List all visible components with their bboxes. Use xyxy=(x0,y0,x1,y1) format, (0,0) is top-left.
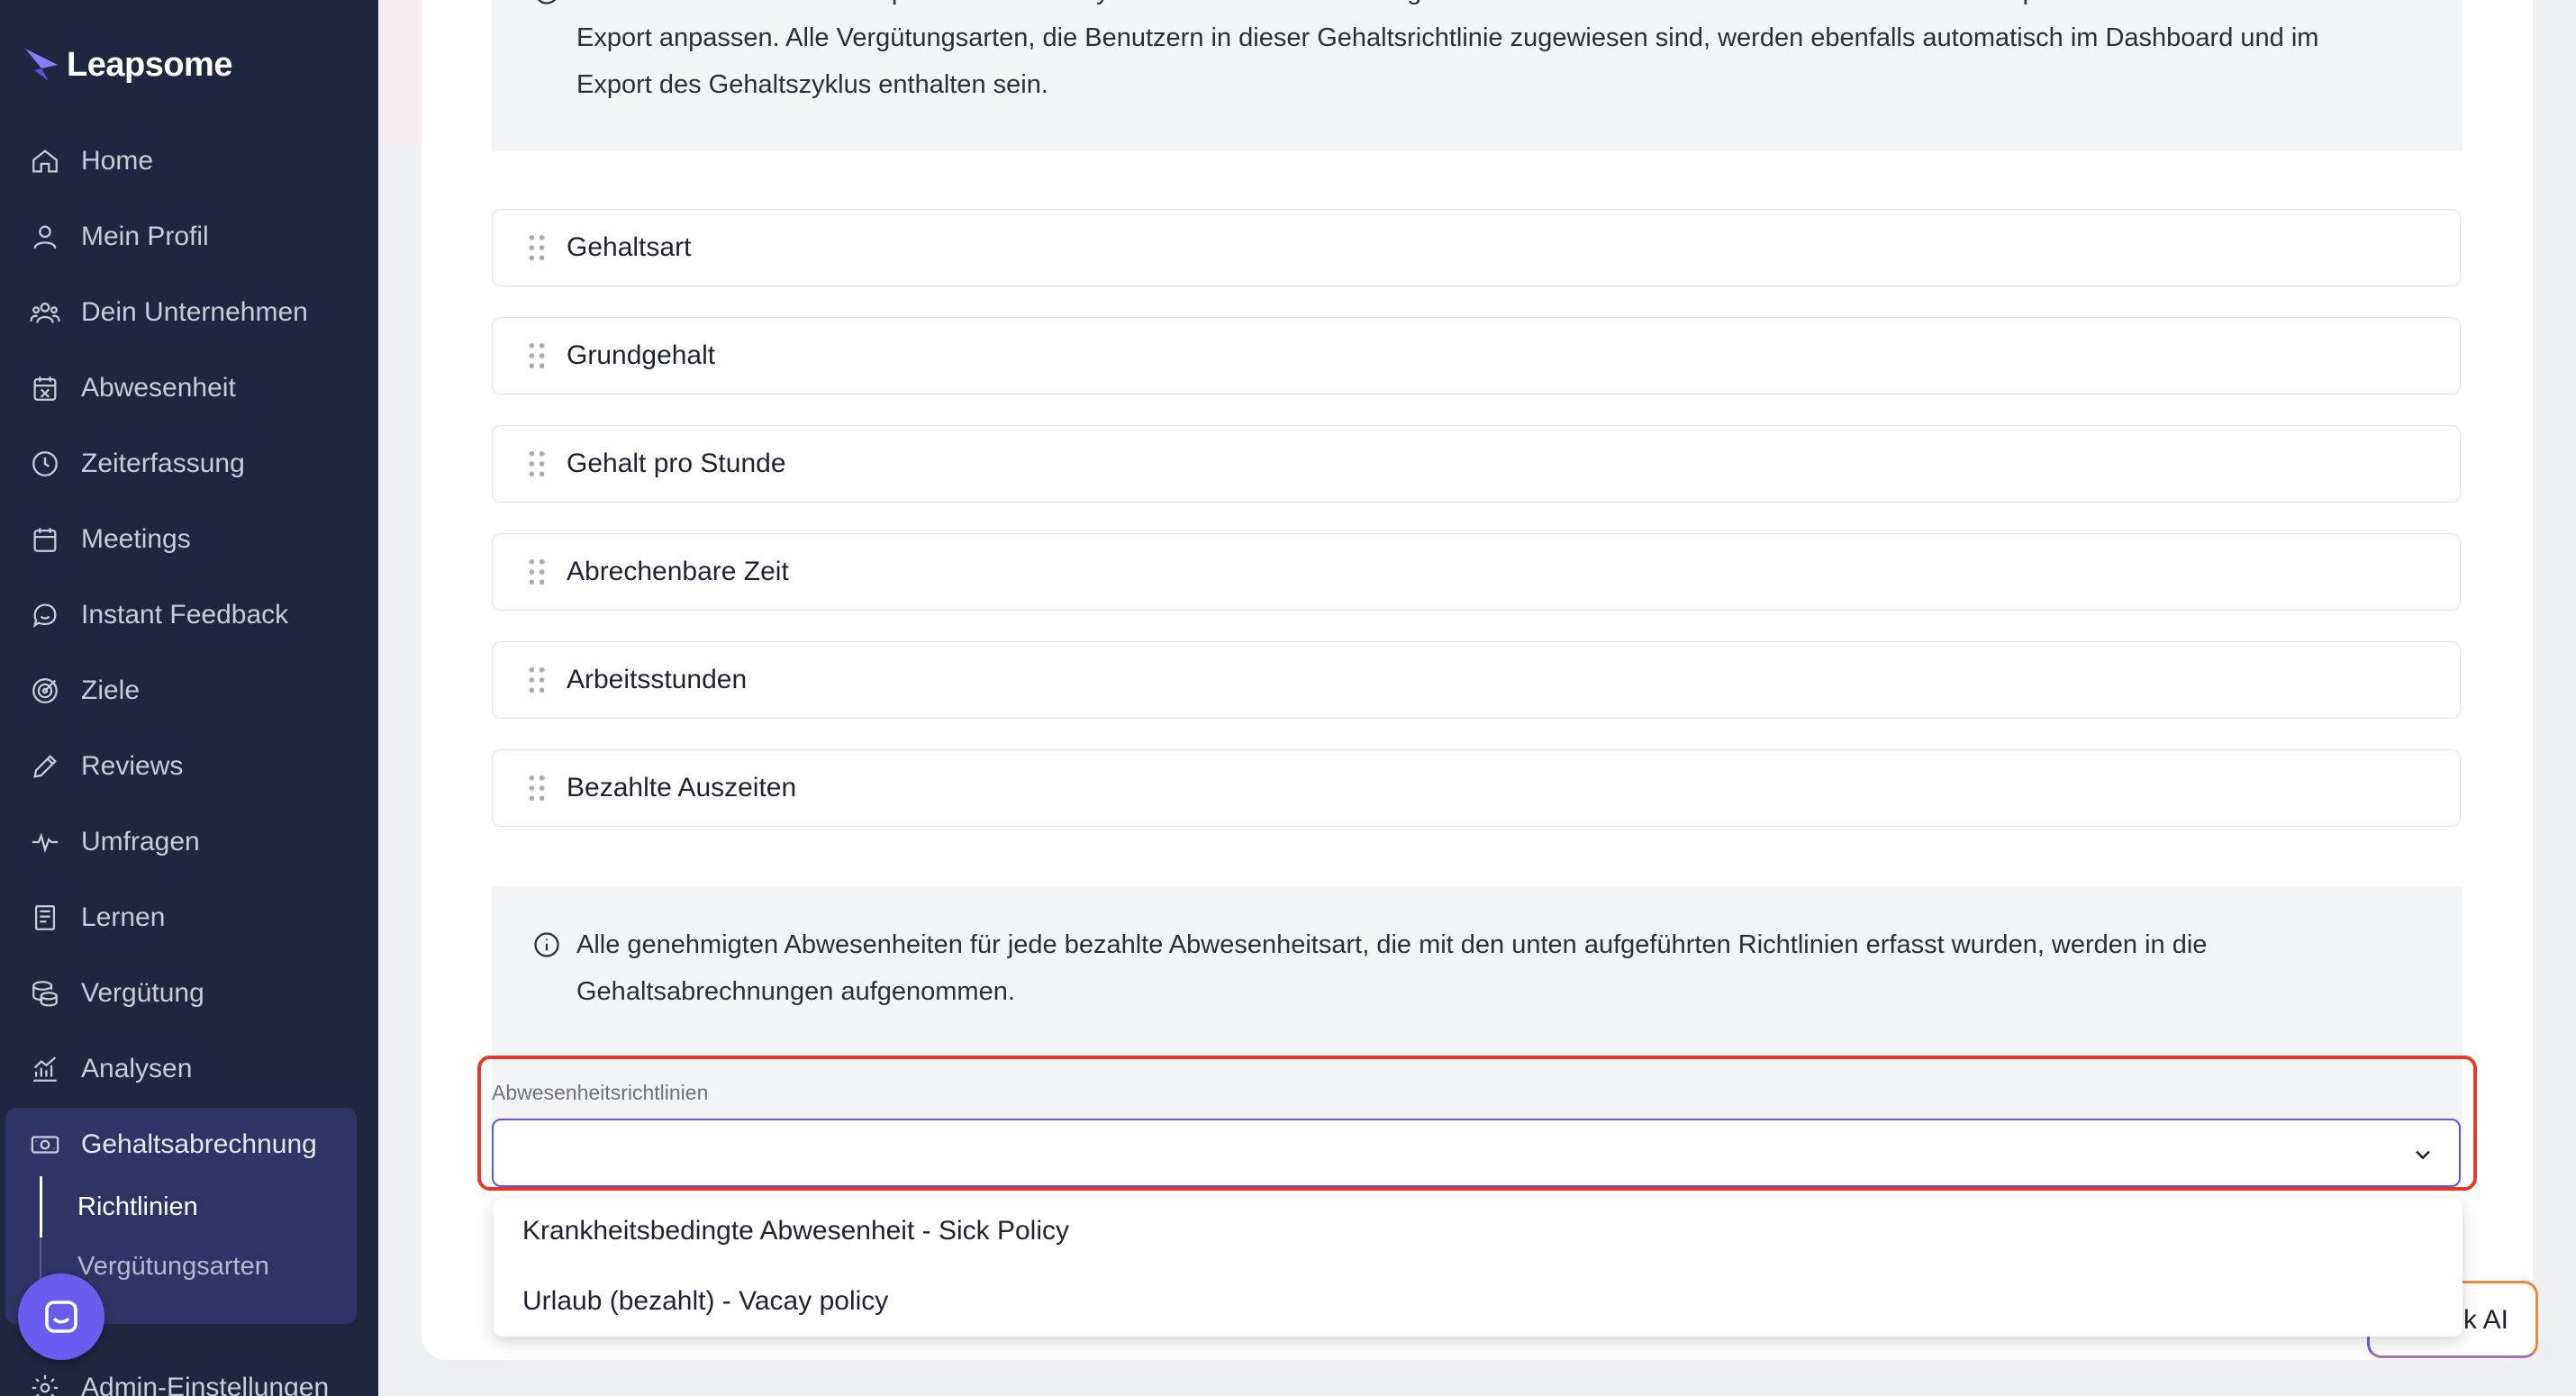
chevron-down-icon[interactable] xyxy=(2410,1142,2435,1167)
sidebar-item-label: Zeiterfassung xyxy=(81,449,245,478)
money-icon xyxy=(29,1129,61,1161)
sidebar-item-meetings[interactable]: Meetings xyxy=(0,510,378,569)
drag-handle-icon[interactable] xyxy=(527,775,547,802)
sidebar-item-label: Home xyxy=(81,146,154,176)
sidebar-item-verguetung[interactable]: Vergütung xyxy=(0,964,378,1023)
leapsome-logo-icon xyxy=(25,49,58,81)
drag-handle-icon[interactable] xyxy=(527,342,547,369)
drag-handle-icon[interactable] xyxy=(527,558,547,585)
sidebar-item-label: Mein Profil xyxy=(81,222,209,251)
calendar-icon xyxy=(29,523,61,556)
sidebar-item-analysen[interactable]: Analysen xyxy=(0,1039,378,1099)
absence-policies-select[interactable] xyxy=(492,1119,2461,1187)
attribute-label: Arbeitsstunden xyxy=(567,665,748,694)
sidebar-item-abwesenheit[interactable]: Abwesenheit xyxy=(0,358,378,418)
calendar-x-icon xyxy=(29,372,61,404)
home-icon xyxy=(29,145,61,177)
chat-launcher-button[interactable] xyxy=(18,1274,104,1360)
attributes-info-text: Das Dashboard und der Export des Gehalts… xyxy=(576,0,2334,99)
chat-icon xyxy=(29,599,61,631)
attribute-row[interactable]: Abrechenbare Zeit xyxy=(492,533,2461,611)
sidebar-item-label: Vergütung xyxy=(81,978,204,1008)
sidebar-item-dein-unternehmen[interactable]: Dein Unternehmen xyxy=(0,283,378,342)
attributes-info-box: Das Dashboard und der Export des Gehalts… xyxy=(492,0,2463,151)
sidebar-item-ziele[interactable]: Ziele xyxy=(0,661,378,721)
sidebar-item-label: Admin-Einstellungen xyxy=(81,1373,330,1396)
brand-logo[interactable]: Leapsome xyxy=(22,40,232,90)
sidebar: Leapsome Home Mein Profil Dein Unternehm… xyxy=(0,0,378,1396)
sidebar-item-label: Gehaltsabrechnung xyxy=(81,1129,317,1159)
sidebar-item-label: Dein Unternehmen xyxy=(81,297,308,327)
attribute-row[interactable]: Bezahlte Auszeiten xyxy=(492,749,2461,827)
sidebar-item-gehaltsabrechnung[interactable]: Gehaltsabrechnung xyxy=(0,1115,378,1174)
attribute-row[interactable]: Gehaltsart xyxy=(492,209,2461,286)
sidebar-item-label: Umfragen xyxy=(81,827,200,857)
gear-icon xyxy=(29,1372,61,1396)
chat-bubble-icon xyxy=(45,1301,77,1333)
book-icon xyxy=(29,902,61,934)
attribute-row[interactable]: Arbeitsstunden xyxy=(492,641,2461,719)
pencil-icon xyxy=(29,750,61,783)
sidebar-item-zeiterfassung[interactable]: Zeiterfassung xyxy=(0,434,378,494)
brand-name: Leapsome xyxy=(67,45,232,84)
attribute-label: Bezahlte Auszeiten xyxy=(567,773,797,802)
sidebar-item-label: Lernen xyxy=(81,902,166,932)
sidebar-item-mein-profil[interactable]: Mein Profil xyxy=(0,207,378,267)
attribute-label: Gehalt pro Stunde xyxy=(567,449,786,478)
absence-policies-dropdown: Krankheitsbedingte Abwesenheit - Sick Po… xyxy=(494,1198,2463,1337)
chart-icon xyxy=(29,1053,61,1085)
pulse-icon xyxy=(29,826,61,858)
sidebar-item-label: Meetings xyxy=(81,524,191,554)
attribute-label: Abrechenbare Zeit xyxy=(567,557,789,586)
users-icon xyxy=(29,296,61,329)
sidebar-item-label: Abwesenheit xyxy=(81,373,236,403)
info-icon xyxy=(534,932,559,957)
info-icon xyxy=(537,0,557,5)
active-sub-indicator xyxy=(40,1176,42,1237)
dropdown-option[interactable]: Urlaub (bezahlt) - Vacay policy xyxy=(522,1286,888,1317)
attribute-row[interactable]: Grundgehalt xyxy=(492,317,2461,394)
sidebar-item-admin-einstellungen[interactable]: Admin-Einstellungen xyxy=(0,1358,378,1396)
sidebar-item-label: Analysen xyxy=(81,1054,193,1083)
sidebar-item-reviews[interactable]: Reviews xyxy=(0,737,378,796)
sidebar-item-lernen[interactable]: Lernen xyxy=(0,888,378,947)
sidebar-subitem-richtlinien[interactable]: Richtlinien xyxy=(77,1192,198,1222)
sidebar-item-label: Ziele xyxy=(81,675,141,705)
target-icon xyxy=(29,675,61,707)
sidebar-item-instant-feedback[interactable]: Instant Feedback xyxy=(0,585,378,645)
attribute-row[interactable]: Gehalt pro Stunde xyxy=(492,425,2461,503)
attribute-label: Grundgehalt xyxy=(567,340,716,370)
sidebar-subitem-verguetungsarten[interactable]: Vergütungsarten xyxy=(77,1252,269,1282)
drag-handle-icon[interactable] xyxy=(527,234,547,261)
attribute-label: Gehaltsart xyxy=(567,232,692,262)
sidebar-item-label: Reviews xyxy=(81,751,184,781)
sidebar-item-umfragen[interactable]: Umfragen xyxy=(0,812,378,872)
dropdown-option[interactable]: Krankheitsbedingte Abwesenheit - Sick Po… xyxy=(522,1216,1069,1246)
drag-handle-icon[interactable] xyxy=(527,666,547,693)
absence-info-text: Alle genehmigten Abwesenheiten für jede … xyxy=(576,930,2208,1006)
coins-icon xyxy=(29,977,61,1010)
drag-handle-icon[interactable] xyxy=(527,450,547,477)
clock-icon xyxy=(29,448,61,480)
sidebar-item-label: Instant Feedback xyxy=(81,600,289,630)
sidebar-item-home[interactable]: Home xyxy=(0,131,378,191)
user-icon xyxy=(29,221,61,253)
absence-policies-label: Abwesenheitsrichtlinien xyxy=(492,1081,709,1104)
